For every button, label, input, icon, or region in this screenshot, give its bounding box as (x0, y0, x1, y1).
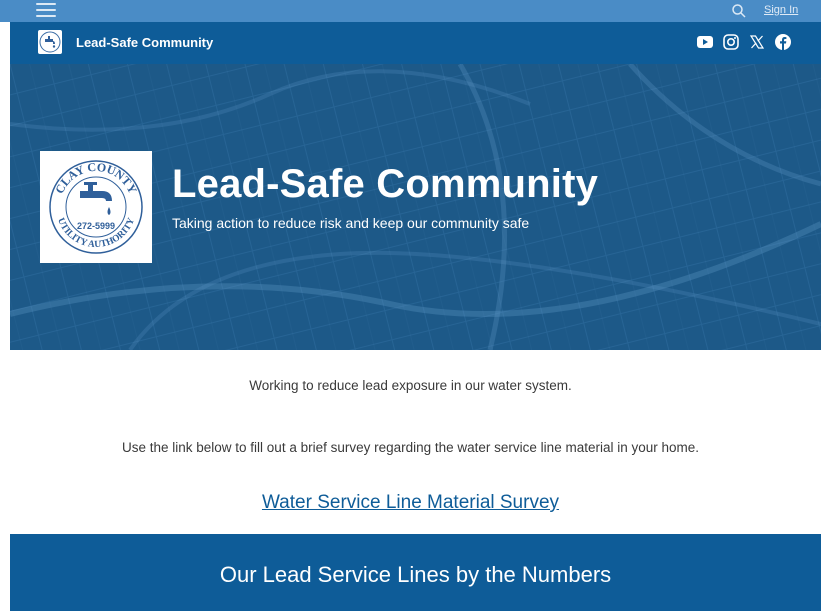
search-icon[interactable] (731, 3, 747, 19)
numbers-section-title: Our Lead Service Lines by the Numbers (219, 562, 612, 587)
top-utility-bar: Sign In (0, 0, 821, 22)
hero-subtitle: Taking action to reduce risk and keep ou… (172, 215, 530, 231)
intro-text: Working to reduce lead exposure in our w… (249, 378, 572, 393)
hero-title: Lead-Safe Community (172, 162, 599, 206)
faucet-icon (80, 191, 102, 198)
x-icon[interactable] (748, 33, 766, 51)
hero-banner: CLAY COUNTY UTILITY AUTHORITY 272-5999 L… (10, 64, 821, 350)
hamburger-menu-icon[interactable] (36, 3, 56, 19)
survey-link[interactable]: Water Service Line Material Survey (0, 492, 821, 514)
survey-prompt-text: Use the link below to fill out a brief s… (121, 440, 700, 455)
site-logo[interactable] (38, 30, 62, 54)
site-header: Lead-Safe Community (10, 22, 821, 64)
instagram-icon[interactable] (722, 33, 740, 51)
site-title[interactable]: Lead-Safe Community (76, 35, 213, 50)
facebook-icon[interactable] (774, 33, 792, 51)
hero-logo: CLAY COUNTY UTILITY AUTHORITY 272-5999 (40, 151, 152, 263)
youtube-icon[interactable] (696, 33, 714, 51)
sign-in-link[interactable]: Sign In (764, 4, 798, 16)
logo-phone-text: 272-5999 (77, 221, 115, 231)
numbers-section: Our Lead Service Lines by the Numbers (10, 534, 821, 611)
